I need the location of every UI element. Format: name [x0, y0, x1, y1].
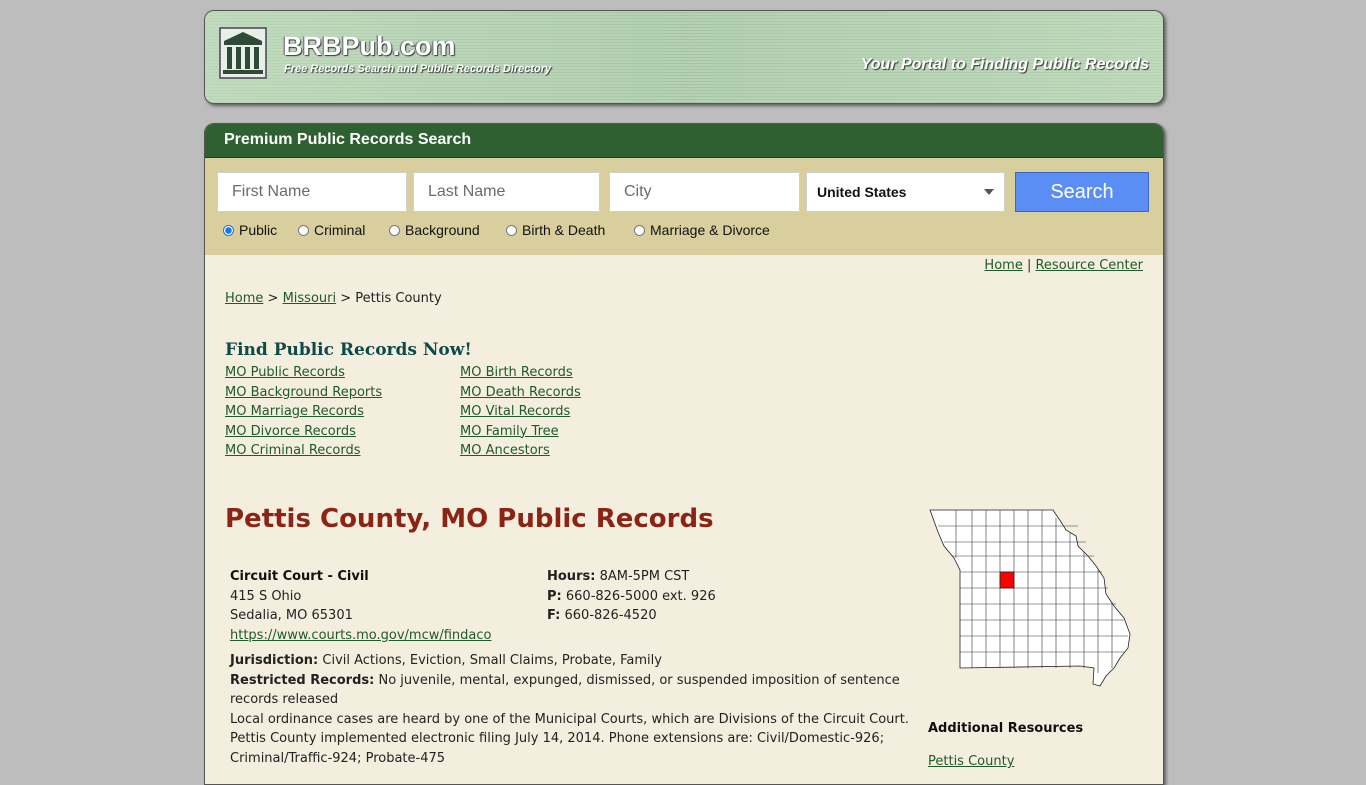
court-name: Circuit Court - Civil — [230, 569, 369, 584]
breadcrumb-missouri[interactable]: Missouri — [283, 291, 337, 306]
site-subtitle: Free Records Search and Public Records D… — [284, 63, 552, 75]
country-select[interactable]: United States — [806, 172, 1005, 212]
link-mo-vital-records[interactable]: MO Vital Records — [460, 402, 581, 422]
link-mo-family-tree[interactable]: MO Family Tree — [460, 422, 581, 442]
search-button[interactable]: Search — [1015, 172, 1149, 212]
court-contact: Hours: 8AM-5PM CST P: 660-826-5000 ext. … — [547, 569, 716, 624]
courthouse-logo-icon[interactable] — [219, 27, 267, 79]
top-links: Home | Resource Center — [984, 258, 1143, 273]
breadcrumb-home[interactable]: Home — [225, 291, 263, 306]
court-phone: 660-826-5000 ext. 926 — [565, 588, 716, 604]
site-tagline: Your Portal to Finding Public Records — [860, 56, 1149, 73]
jurisdiction-text: Civil Actions, Eviction, Small Claims, P… — [322, 653, 662, 668]
pettis-county-highlight — [999, 571, 1015, 589]
radio-birth-death[interactable]: Birth & Death — [506, 222, 605, 238]
country-select-value: United States — [817, 184, 907, 200]
court-website-link[interactable]: https://www.courts.mo.gov/mcw/findaco — [230, 628, 492, 643]
link-mo-birth-records[interactable]: MO Birth Records — [460, 363, 581, 383]
court-details: Jurisdiction: Civil Actions, Eviction, S… — [230, 651, 910, 769]
last-name-field[interactable] — [413, 172, 600, 212]
site-name[interactable]: BRBPub.com — [283, 31, 456, 62]
page-title: Pettis County, MO Public Records — [225, 504, 714, 534]
link-mo-criminal-records[interactable]: MO Criminal Records — [225, 441, 382, 461]
radio-criminal[interactable]: Criminal — [298, 222, 365, 238]
top-link-resource-center[interactable]: Resource Center — [1035, 258, 1143, 273]
records-links-left: MO Public Records MO Background Reports … — [225, 363, 382, 461]
court-address-line2: Sedalia, MO 65301 — [230, 608, 353, 624]
site-header: BRBPub.com Free Records Search and Publi… — [204, 10, 1164, 104]
top-link-home[interactable]: Home — [984, 258, 1022, 273]
breadcrumb-current: Pettis County — [355, 291, 442, 306]
link-mo-background-reports[interactable]: MO Background Reports — [225, 383, 382, 403]
link-mo-public-records[interactable]: MO Public Records — [225, 363, 382, 383]
court-hours: 8AM-5PM CST — [599, 569, 690, 584]
radio-dot-icon[interactable] — [389, 225, 400, 236]
missouri-county-map[interactable] — [928, 508, 1133, 688]
breadcrumb: Home > Missouri > Pettis County — [225, 291, 442, 306]
city-field[interactable] — [609, 172, 800, 212]
chevron-down-icon — [984, 189, 994, 195]
search-title: Premium Public Records Search — [224, 131, 472, 148]
additional-resources-heading: Additional Resources — [928, 721, 1084, 736]
main-panel: Premium Public Records Search United Sta… — [204, 123, 1164, 785]
first-name-input[interactable] — [230, 182, 398, 202]
link-mo-ancestors[interactable]: MO Ancestors — [460, 441, 581, 461]
link-mo-death-records[interactable]: MO Death Records — [460, 383, 581, 403]
radio-background[interactable]: Background — [389, 222, 480, 238]
find-records-heading: Find Public Records Now! — [225, 340, 472, 360]
records-links-right: MO Birth Records MO Death Records MO Vit… — [460, 363, 581, 461]
additional-resource-link[interactable]: Pettis County — [928, 754, 1014, 769]
radio-public[interactable]: Public — [223, 222, 277, 238]
court-notes: Local ordinance cases are heard by one o… — [230, 711, 909, 766]
radio-dot-icon[interactable] — [634, 225, 645, 236]
city-input[interactable] — [622, 182, 791, 202]
court-info: Circuit Court - Civil 415 S Ohio Sedalia… — [230, 567, 492, 645]
first-name-field[interactable] — [217, 172, 407, 212]
radio-dot-icon[interactable] — [298, 225, 309, 236]
radio-marriage-divorce[interactable]: Marriage & Divorce — [634, 222, 770, 238]
court-fax: 660-826-4520 — [564, 608, 657, 624]
last-name-input[interactable] — [426, 182, 591, 202]
search-panel: United States Search Public Criminal Bac… — [205, 158, 1163, 255]
link-mo-divorce-records[interactable]: MO Divorce Records — [225, 422, 382, 442]
court-address-line1: 415 S Ohio — [230, 588, 302, 604]
radio-dot-icon[interactable] — [223, 225, 234, 236]
link-mo-marriage-records[interactable]: MO Marriage Records — [225, 402, 382, 422]
radio-dot-icon[interactable] — [506, 225, 517, 236]
